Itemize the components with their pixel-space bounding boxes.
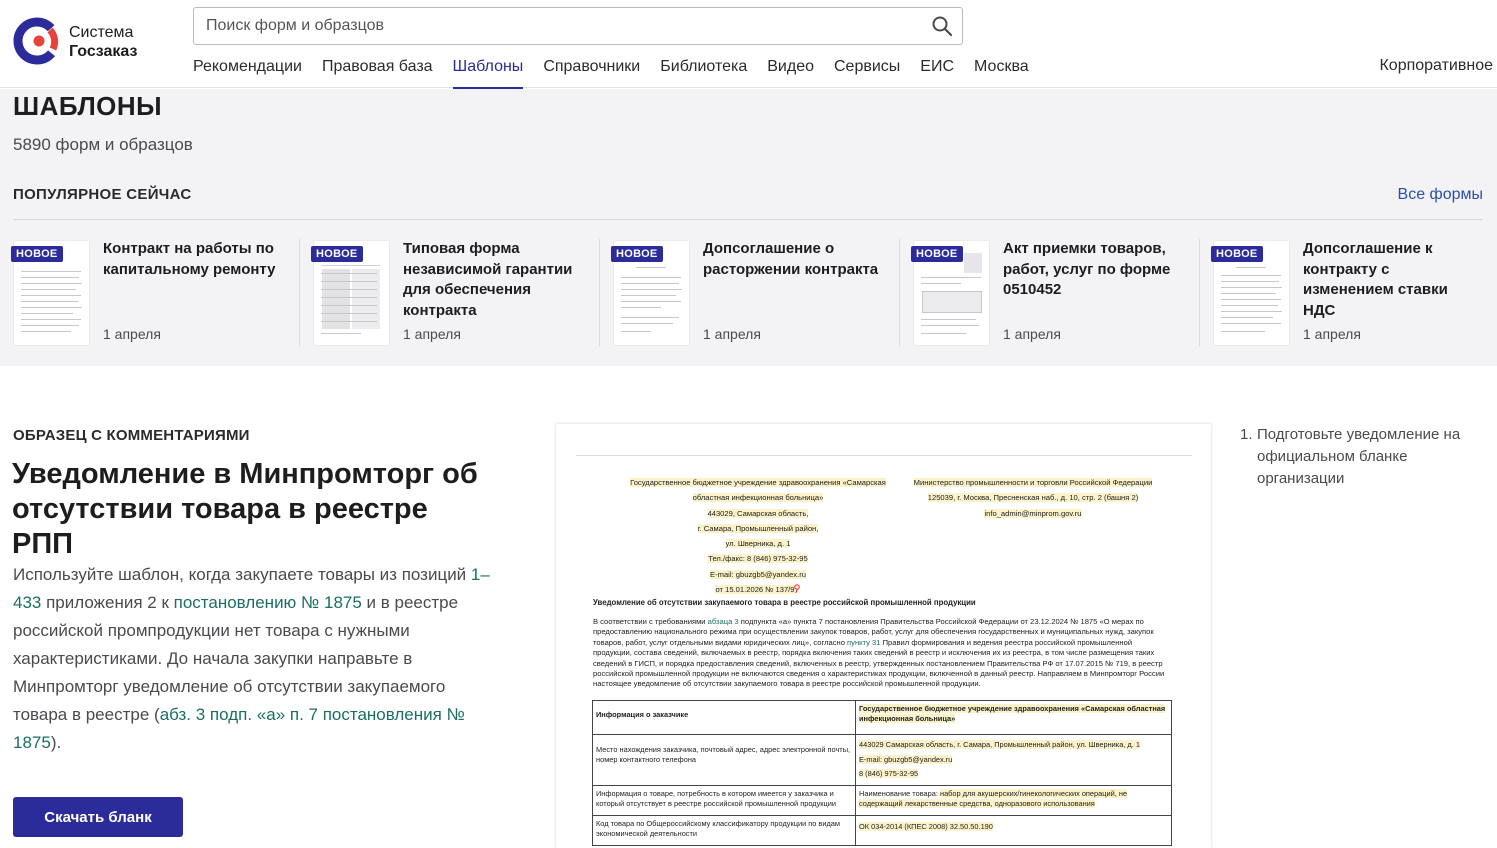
- doc-body-text: В соответствии с требованиями: [593, 617, 708, 626]
- sample-title: Уведомление в Минпромторг об отсутствии …: [12, 458, 478, 560]
- table-cell: 443029 Самарская область, г. Самара, Про…: [855, 734, 1172, 786]
- doc-recipient-line: 125039, г. Москва, Пресненская наб., д. …: [927, 493, 1139, 503]
- new-badge: НОВОЕ: [611, 246, 663, 262]
- popular-card[interactable]: НОВОЕ Допсоглашение о расторжении контра…: [600, 239, 900, 347]
- doc-sender-line: от 15.01.2026 № 137/9: [715, 585, 795, 595]
- doc-sender-line: Тел./факс: 8 (846) 975-32-95: [708, 554, 808, 564]
- new-badge: НОВОЕ: [11, 246, 63, 262]
- table-row: Информация о заказчике Государственное б…: [592, 700, 1172, 735]
- table-row: Код товара по Общероссийскому классифика…: [592, 814, 1172, 846]
- new-badge: НОВОЕ: [311, 246, 363, 262]
- nav-item-references[interactable]: Справочники: [543, 57, 640, 88]
- card-title: Допсоглашение о расторжении контракта: [703, 240, 879, 278]
- card-title: Допсоглашение к контракту с изменением с…: [1303, 240, 1448, 319]
- nav-item-video[interactable]: Видео: [767, 57, 814, 88]
- logo-icon: [13, 17, 61, 65]
- popular-card[interactable]: НОВОЕ Контракт на работы по капитальному…: [0, 239, 300, 347]
- doc-heading: Уведомление об отсутствии закупаемого то…: [593, 598, 976, 607]
- desc-text: приложения 2 к: [41, 593, 174, 612]
- main-nav: Рекомендации Правовая база Шаблоны Справ…: [193, 57, 1049, 89]
- card-date: 1 апреля: [703, 326, 761, 342]
- doc-body: В соответствии с требованиями абзаца 3 п…: [593, 617, 1168, 690]
- popular-card[interactable]: НОВОЕ Допсоглашение к контракту с измене…: [1200, 239, 1497, 347]
- templates-count: 5890 форм и образцов: [13, 135, 193, 154]
- page-title: ШАБЛОНЫ: [13, 91, 163, 121]
- nav-item-eis[interactable]: ЕИС: [920, 57, 954, 88]
- search-box: [193, 7, 963, 45]
- search-icon[interactable]: [930, 14, 954, 38]
- card-title: Контракт на работы по капитальному ремон…: [103, 240, 276, 278]
- download-form-button[interactable]: Скачать бланк: [13, 797, 183, 837]
- doc-sender-block: Государственное бюджетное учреждение здр…: [598, 475, 918, 597]
- desc-text: ).: [50, 733, 62, 752]
- section-divider: [13, 219, 1483, 220]
- card-title: Акт приемки товаров, работ, услуг по фор…: [1003, 240, 1171, 298]
- card-title: Типовая форма независимой гарантии для о…: [403, 240, 573, 319]
- nav-item-library[interactable]: Библиотека: [660, 57, 747, 88]
- popular-section-title: ПОПУЛЯРНОЕ СЕЙЧАС: [13, 186, 192, 203]
- popular-card[interactable]: НОВОЕ Акт приемки товаров, работ, услуг …: [900, 239, 1200, 347]
- step-text: Подготовьте уведомление на официальном б…: [1257, 426, 1461, 487]
- table-cell: Информация о товаре, потребность в котор…: [592, 784, 856, 816]
- card-date: 1 апреля: [103, 326, 161, 342]
- doc-sender-line: 443029, Самарская область,: [707, 508, 809, 518]
- new-badge: НОВОЕ: [1211, 246, 1263, 262]
- doc-body-link[interactable]: абзаца 3: [708, 617, 739, 626]
- doc-recipient-block: Министерство промышленности и торговли Р…: [878, 475, 1188, 521]
- step-number: 1.: [1240, 426, 1253, 443]
- desc-text: Используйте шаблон, когда закупаете това…: [13, 565, 471, 584]
- doc-sender-line: областная инфекционная больница»: [692, 493, 824, 503]
- templates-hero: ШАБЛОНЫ 5890 форм и образцов ПОПУЛЯРНОЕ …: [0, 89, 1497, 366]
- doc-sender-line: ул. Шверника, д. 1: [725, 539, 791, 549]
- brand-name: Система Госзаказ: [69, 23, 137, 61]
- doc-sender-line: E-mail: gbuzgb5@yandex.ru: [710, 569, 806, 579]
- new-badge: НОВОЕ: [911, 246, 963, 262]
- popular-card[interactable]: НОВОЕ Типовая форма независимой гарантии…: [300, 239, 600, 347]
- doc-recipient-line: Министерство промышленности и торговли Р…: [913, 478, 1153, 487]
- search-input[interactable]: [194, 8, 930, 44]
- table-row: Информация о товаре, потребность в котор…: [592, 784, 1172, 816]
- doc-sender-line: г. Самара, Промышленный район,: [697, 523, 819, 533]
- table-cell: ОК 034-2014 (КПЕС 2008) 32.50.50.190: [855, 814, 1172, 846]
- card-date: 1 апреля: [1303, 326, 1361, 342]
- nav-item-corporate[interactable]: Корпоративное: [1379, 57, 1493, 75]
- instruction-steps: 1. Подготовьте уведомление на официально…: [1240, 424, 1490, 490]
- doc-top-line: [576, 455, 1192, 456]
- doc-body-link[interactable]: пункту 31: [847, 638, 880, 647]
- all-forms-link[interactable]: Все формы: [1398, 186, 1483, 204]
- sample-label: ОБРАЗЕЦ С КОММЕНТАРИЯМИ: [13, 427, 250, 444]
- table-cell: Код товара по Общероссийскому классифика…: [592, 814, 856, 846]
- brand-line1: Система: [69, 24, 134, 41]
- table-cell: Государственное бюджетное учреждение здр…: [855, 700, 1172, 735]
- table-cell: Наименование товара: набор для акушерски…: [855, 784, 1172, 816]
- card-date: 1 апреля: [403, 326, 461, 342]
- sample-description: Используйте шаблон, когда закупаете това…: [13, 561, 493, 757]
- pin-icon[interactable]: [793, 584, 801, 594]
- nav-item-recommendations[interactable]: Рекомендации: [193, 57, 302, 88]
- nav-item-legal-base[interactable]: Правовая база: [322, 57, 433, 88]
- table-cell: Информация о заказчике: [592, 700, 856, 735]
- doc-recipient-line: info_admin@minprom.gov.ru: [984, 508, 1082, 518]
- brand-line2: Госзаказ: [69, 43, 138, 60]
- brand-logo[interactable]: Система Госзаказ: [12, 16, 162, 68]
- doc-sender-line: Государственное бюджетное учреждение здр…: [630, 478, 886, 487]
- nav-item-moscow[interactable]: Москва: [974, 57, 1029, 88]
- popular-cards: НОВОЕ Контракт на работы по капитальному…: [0, 239, 1497, 349]
- table-row: Место нахождения заказчика, почтовый адр…: [592, 734, 1172, 786]
- table-cell: Место нахождения заказчика, почтовый адр…: [592, 734, 856, 786]
- top-header: Система Госзаказ Рекомендации Правовая б…: [0, 0, 1497, 89]
- document-preview[interactable]: Государственное бюджетное учреждение здр…: [556, 424, 1211, 848]
- nav-item-templates[interactable]: Шаблоны: [452, 57, 523, 89]
- desc-link-resolution[interactable]: постановлению № 1875: [174, 593, 362, 612]
- doc-table: Информация о заказчике Государственное б…: [592, 700, 1172, 846]
- card-date: 1 апреля: [1003, 326, 1061, 342]
- nav-item-services[interactable]: Сервисы: [834, 57, 900, 88]
